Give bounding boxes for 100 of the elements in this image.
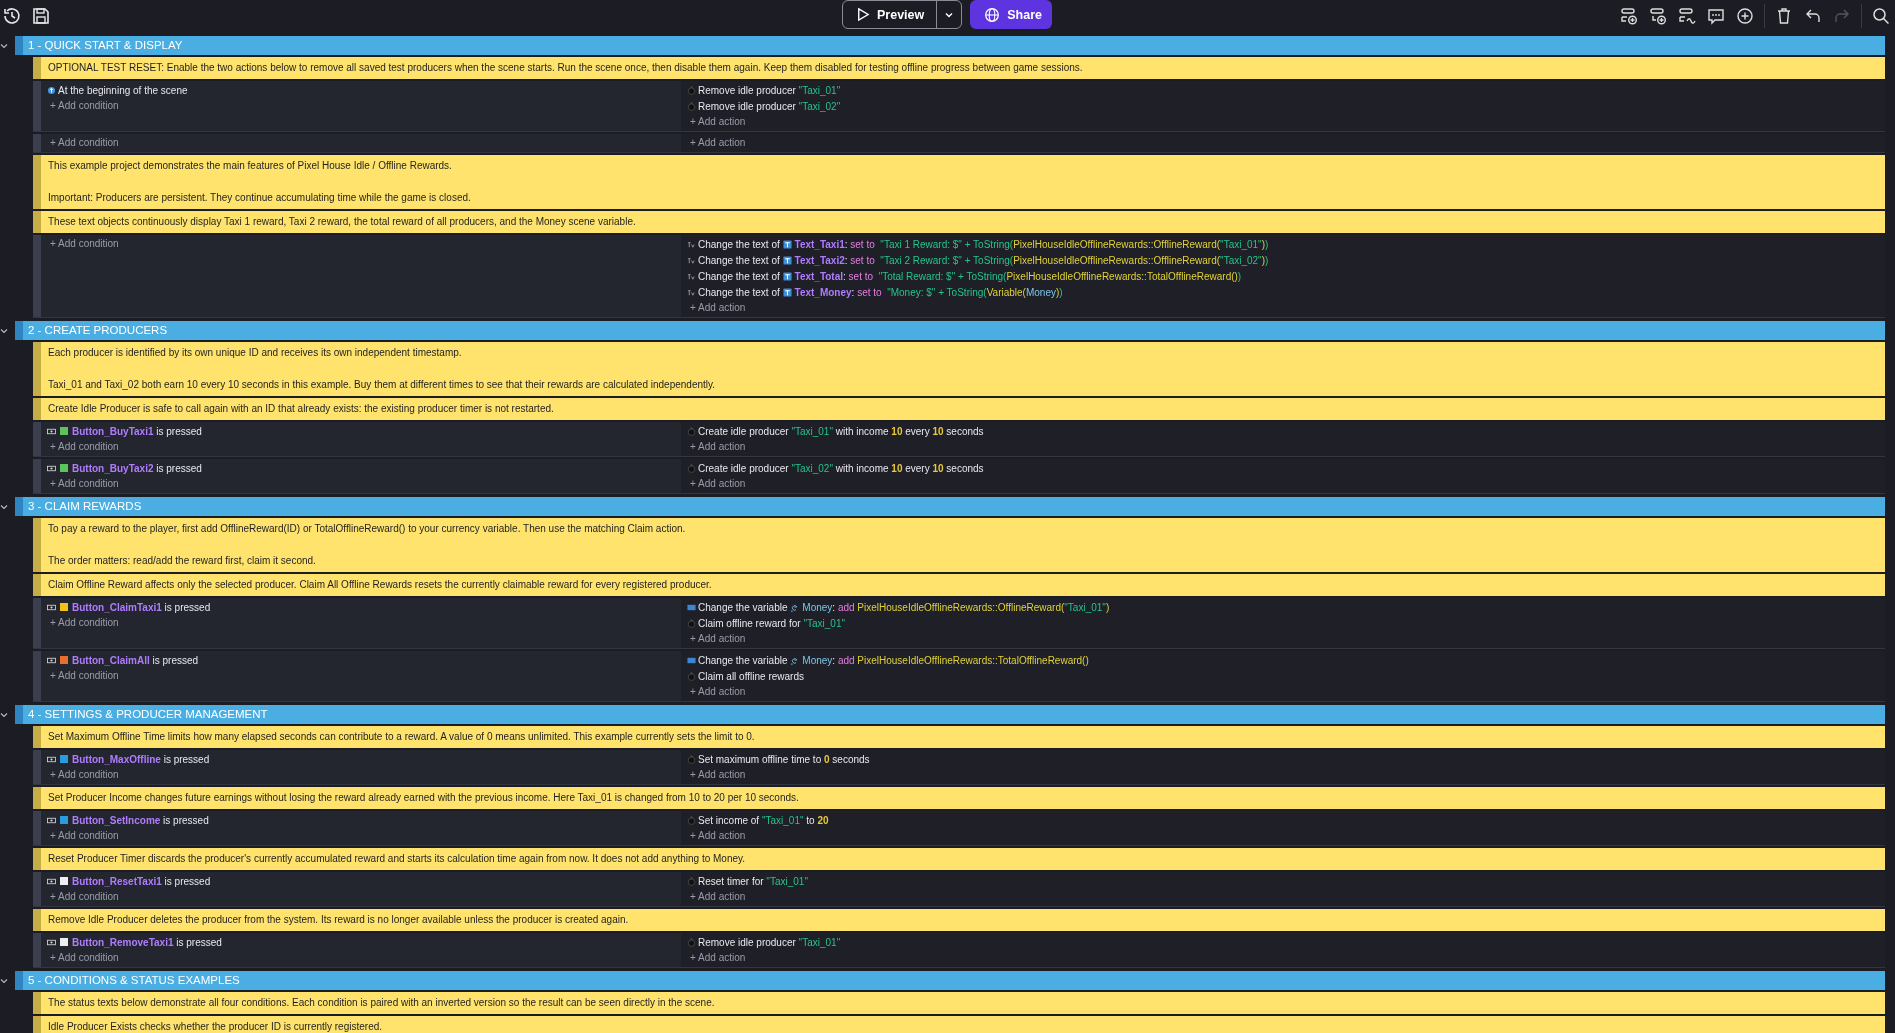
add-condition-link[interactable]: + Add condition [47, 615, 681, 631]
stopwatch-icon [687, 101, 696, 111]
add-condition-link[interactable]: + Add condition [47, 889, 681, 905]
condition-text[interactable]: Button_SetIncome is pressed [72, 814, 209, 826]
add-action-link[interactable]: + Add action [687, 684, 1885, 700]
button-icon [47, 754, 56, 764]
comment-note[interactable]: OPTIONAL TEST RESET: Enable the two actions below to remove all saved test producers when the scene starts. Run the scene once, then disable them again. Keep them disabled for testing offline progress between game sessions. [33, 57, 1885, 79]
action-text[interactable]: Money: add PixelHouseIdleOfflineRewards::TotalOfflineReward() [802, 654, 1089, 666]
event-handle[interactable] [33, 134, 41, 152]
action-text[interactable]: Change the text of [698, 270, 783, 282]
action-text[interactable]: Remove idle producer "Taxi_01" [698, 936, 841, 948]
event-handle[interactable] [33, 235, 41, 317]
share-button[interactable]: Share [970, 0, 1052, 29]
event-handle[interactable] [33, 459, 41, 493]
add-action-link[interactable]: + Add action [687, 114, 1885, 130]
stopwatch-icon [687, 671, 696, 681]
comment-note[interactable]: Remove Idle Producer deletes the producer from the system. Its reward is no longer available unless the producer is created again. [33, 909, 1885, 931]
comment-note[interactable]: Claim Offline Reward affects only the selected producer. Claim All Offline Rewards resets the currently claimable reward for every registered producer. [33, 574, 1885, 596]
add-action-link[interactable]: + Add action [687, 767, 1885, 783]
comment-note[interactable]: Create Idle Producer is safe to call again with an ID that already exists: the existing producer timer is not restarted. [33, 398, 1885, 420]
add-action-link[interactable]: + Add action [687, 631, 1885, 647]
add-condition-link[interactable]: + Add condition [47, 767, 681, 783]
add-action-link[interactable]: + Add action [687, 889, 1885, 905]
action-text[interactable]: Change the text of [698, 238, 783, 250]
add-condition-link[interactable]: + Add condition [47, 439, 681, 455]
comment-note[interactable]: These text objects continuously display Taxi 1 reward, Taxi 2 reward, the total reward of all producers, and the Money scene variable. [33, 211, 1885, 233]
event-handle[interactable] [33, 651, 41, 701]
button-icon [47, 426, 56, 436]
add-action-link[interactable]: + Add action [687, 950, 1885, 966]
text-object-icon [782, 239, 792, 249]
action-text[interactable]: Text_Taxi1: set to "Taxi 1 Reward: $" + ToString(PixelHouseIdleOfflineRewards::OfflineReward("Taxi_01")) [794, 238, 1269, 250]
text-icon [687, 271, 696, 281]
variable-icon [790, 655, 800, 665]
add-icon[interactable] [1735, 5, 1755, 26]
event-handle[interactable] [33, 933, 41, 967]
event-handle[interactable] [33, 81, 41, 131]
action-text[interactable]: Create idle producer "Taxi_02" with income 10 every 10 seconds [698, 462, 984, 474]
action-text[interactable]: Text_Taxi2: set to "Taxi 2 Reward: $" + ToString(PixelHouseIdleOfflineRewards::OfflineReward("Taxi_02")) [794, 254, 1269, 266]
action-text[interactable]: Set income of "Taxi_01" to 20 [698, 814, 829, 826]
comment-note[interactable]: Idle Producer Exists checks whether the producer ID is currently registered. [33, 1016, 1885, 1033]
comment-note[interactable]: Set Producer Income changes future earnings without losing the reward already earned with the previous income. Here Taxi_01 is changed from 10 to 20 per 10 seconds. [33, 787, 1885, 809]
action-text[interactable]: Text_Money: set to "Money: $" + ToString(Variable(Money)) [794, 286, 1063, 298]
add-condition-link[interactable]: + Add condition [47, 476, 681, 492]
add-condition-link[interactable]: + Add condition [47, 950, 681, 966]
comment-note[interactable]: Set Maximum Offline Time limits how many elapsed seconds can contribute to a reward. A value of 0 means unlimited. This example currently sets the limit to 0. [33, 726, 1885, 748]
action-text[interactable]: Change the variable [698, 654, 791, 666]
comment-note[interactable]: The status texts below demonstrate all four conditions. Each condition is paired with an inverted version so the result can be seen directly in the scene. [33, 992, 1885, 1014]
add-action-link[interactable]: + Add action [687, 300, 1885, 316]
add-action-link[interactable]: + Add action [687, 828, 1885, 844]
stopwatch-icon [687, 618, 696, 628]
variable-icon [790, 602, 800, 612]
add-condition-link[interactable]: + Add condition [47, 668, 681, 684]
add-condition-link[interactable]: + Add condition [47, 236, 681, 252]
collapse-icon[interactable] [0, 41, 8, 50]
comment-note[interactable]: This example project demonstrates the main features of Pixel House Idle / Offline Rewards. Important: Producers are persistent. They continue accumulating time while the game is closed. [33, 155, 1885, 209]
condition-text[interactable]: Button_BuyTaxi1 is pressed [72, 425, 202, 437]
variable-icon [687, 655, 696, 665]
action-text[interactable]: Create idle producer "Taxi_01" with income 10 every 10 seconds [698, 425, 984, 437]
add-condition-link[interactable]: + Add condition [47, 135, 681, 151]
comment-note[interactable]: Reset Producer Timer discards the producer's currently accumulated reward and starts its calculation time again from now. It does not add anything to Money. [33, 848, 1885, 870]
action-text[interactable]: Change the variable [698, 601, 791, 613]
event-handle[interactable] [33, 598, 41, 648]
condition-text[interactable]: Button_ClaimTaxi1 is pressed [72, 601, 211, 613]
event-handle[interactable] [33, 811, 41, 845]
condition-text[interactable]: Button_ClaimAll is pressed [72, 654, 199, 666]
add-condition-link[interactable]: + Add condition [47, 828, 681, 844]
condition-text[interactable]: Button_BuyTaxi2 is pressed [72, 462, 202, 474]
action-text[interactable]: Claim all offline rewards [698, 670, 804, 682]
condition-text[interactable]: At the beginning of the scene [58, 84, 188, 96]
add-action-link[interactable]: + Add action [687, 476, 1885, 492]
action-text[interactable]: Text_Total: set to "Total Reward: $" + ToString(PixelHouseIdleOfflineRewards::TotalOfflineReward()) [794, 270, 1242, 282]
comment-note[interactable]: Each producer is identified by its own unique ID and receives its own independent timestamp. Taxi_01 and Taxi_02 both earn 10 every 10 seconds in this example. Buy them at different times to see that their rewards are calculated independently. [33, 342, 1885, 396]
condition-text[interactable]: Button_MaxOffline is pressed [72, 753, 210, 765]
action-text[interactable]: Remove idle producer "Taxi_01" [698, 84, 841, 96]
event-handle[interactable] [33, 872, 41, 906]
condition-text[interactable]: Button_RemoveTaxi1 is pressed [72, 936, 222, 948]
event-handle[interactable] [33, 422, 41, 456]
action-text[interactable]: Claim offline reward for "Taxi_01" [698, 617, 845, 629]
comment-note[interactable]: To pay a reward to the player, first add OfflineReward(ID) or TotalOfflineReward() to your currency variable. Then use the matching Claim action. The order matters: read/add the reward first, claim it second. [33, 518, 1885, 572]
history-icon[interactable] [2, 5, 22, 26]
collapse-icon[interactable] [0, 976, 8, 985]
action-text[interactable]: Remove idle producer "Taxi_02" [698, 100, 841, 112]
event-handle[interactable] [33, 750, 41, 784]
collapse-icon[interactable] [0, 710, 8, 719]
collapse-icon[interactable] [0, 502, 8, 511]
collapse-icon[interactable] [0, 326, 8, 335]
action-text[interactable]: Change the text of [698, 286, 783, 298]
save-icon[interactable] [31, 5, 51, 26]
add-sub-event-icon[interactable] [1648, 5, 1668, 26]
search-icon[interactable] [1871, 5, 1891, 26]
add-condition-link[interactable]: + Add condition [47, 98, 681, 114]
condition-text[interactable]: Button_ResetTaxi1 is pressed [72, 875, 211, 887]
add-event-icon[interactable] [1619, 5, 1639, 26]
add-condition-icon[interactable] [1677, 5, 1697, 26]
action-text[interactable]: Set maximum offline time to 0 seconds [698, 753, 870, 765]
action-text[interactable]: Change the text of [698, 254, 783, 266]
text-object-icon [782, 271, 792, 281]
action-text[interactable]: Money: add PixelHouseIdleOfflineRewards::OfflineReward("Taxi_01") [802, 601, 1110, 613]
add-action-link[interactable]: + Add action [687, 439, 1885, 455]
action-text[interactable]: Reset timer for "Taxi_01" [698, 875, 808, 887]
